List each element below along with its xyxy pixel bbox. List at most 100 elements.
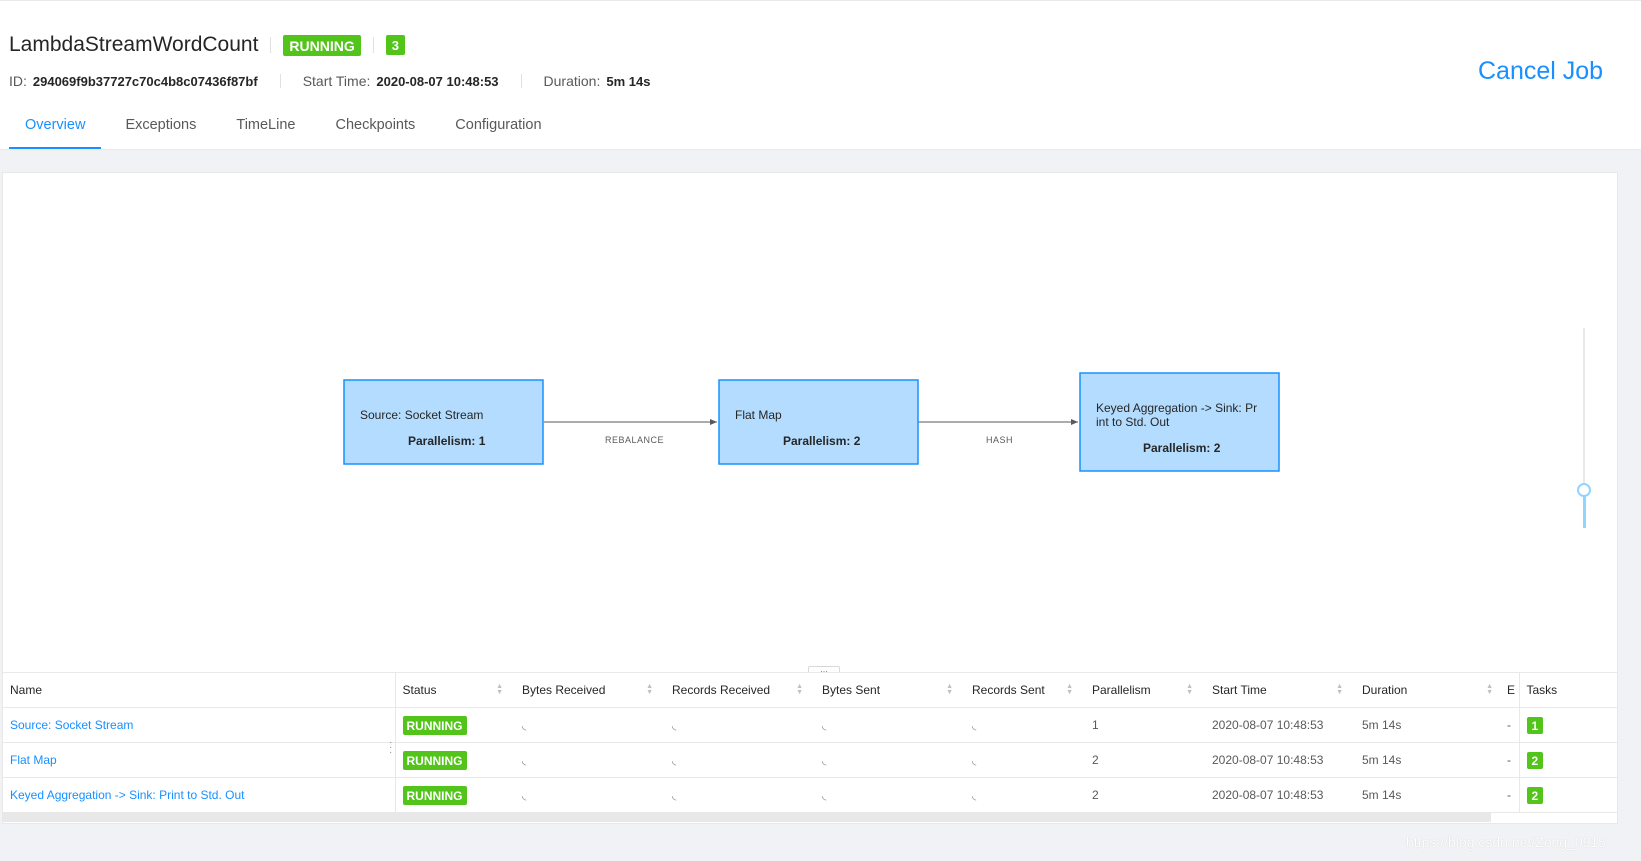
duration-cell: 5m 14s [1355,742,1505,778]
status-badge: RUNNING [402,715,467,735]
sort-icon[interactable]: ▲ ▼ [1066,683,1073,696]
column-header-parallelism[interactable]: Parallelism ▲ ▼ [1085,673,1205,708]
tab-configuration[interactable]: Configuration [439,111,557,147]
status-cell: RUNNING [395,742,515,778]
sort-icon[interactable]: ▲ ▼ [496,683,503,696]
sort-icon[interactable]: ▲ ▼ [946,683,953,696]
column-header-label: E [1507,683,1516,697]
vertex-name-cell[interactable]: Source: Socket Stream [3,707,396,743]
task-count-badge: 2 [1526,786,1544,804]
status-badge: RUNNING [402,785,467,805]
divider [279,74,281,88]
job-id-label: ID: [9,73,27,89]
table-horizontal-scrollbar[interactable] [2,812,1491,822]
column-header-bytes-sent[interactable]: Bytes Sent ▲ ▼ [815,673,965,708]
records-received-cell: ◟ [665,777,815,813]
end-time-cell: - [1505,777,1519,813]
tab-exceptions[interactable]: Exceptions [109,111,212,147]
column-header-duration[interactable]: Duration ▲ ▼ [1355,673,1505,708]
loading-icon: ◟ [972,790,977,802]
loading-icon: ◟ [522,755,527,767]
column-header-label: Records Sent [972,683,1045,697]
start-time-label: Start Time: [302,73,371,89]
column-header-label: Status [402,683,437,697]
duration-value: 5m 14s [606,73,651,89]
sort-icon[interactable]: ▲ ▼ [796,683,803,696]
column-header-label: Start Time [1212,683,1267,697]
watermark-text: https://blog.csdn.net/Zong_0915 [1406,834,1607,850]
vertex-name-link[interactable]: Source: Socket Stream [10,718,133,732]
loading-icon: ◟ [822,755,827,767]
job-graph-canvas[interactable]: REBALANCE HASH Source: Socket Stream Par… [3,173,1617,673]
column-header-records-received[interactable]: Records Received ▲ ▼ [665,673,815,708]
graph-node-source[interactable]: Source: Socket Stream Parallelism: 1 [343,379,544,465]
column-header-label: Tasks [1526,683,1558,697]
divider [520,74,522,88]
graph-node-keyed-aggregation[interactable]: Keyed Aggregation -> Sink: Pr int to Std… [1079,372,1280,472]
loading-icon: ◟ [972,755,977,767]
end-time-cell: - [1505,742,1519,778]
job-status-badge: RUNNING [283,34,361,56]
tab-checkpoints[interactable]: Checkpoints [319,111,431,147]
column-header-status[interactable]: Status ▲ ▼ [395,673,515,708]
table-header-row: Name Status ▲ ▼ Bytes Received ▲ ▼ Records R… [3,673,1617,708]
status-cell: RUNNING [395,777,515,813]
column-header-end-time[interactable]: E [1505,673,1519,708]
column-header-label: Duration [1362,683,1408,697]
graph-node-flat-map[interactable]: Flat Map Parallelism: 2 [718,379,919,465]
bytes-received-cell: ◟ [515,742,665,778]
job-graph-panel[interactable]: REBALANCE HASH Source: Socket Stream Par… [2,172,1618,674]
column-resize-handle[interactable]: · · · [389,738,392,758]
node-title: Keyed Aggregation -> Sink: Pr [1096,401,1257,415]
start-time-cell: 2020-08-07 10:48:53 [1205,707,1355,743]
loading-icon: ◟ [522,790,527,802]
duration-cell: 5m 14s [1355,707,1505,743]
job-tabs: Overview Exceptions TimeLine Checkpoints… [9,111,566,149]
tab-timeline[interactable]: TimeLine [220,111,311,147]
table-row[interactable]: Keyed Aggregation -> Sink: Print to Std.… [3,777,1617,813]
zoom-slider-handle[interactable] [1577,483,1591,497]
column-header-records-sent[interactable]: Records Sent ▲ ▼ [965,673,1085,708]
vertex-name-link[interactable]: Flat Map [10,753,57,767]
tasks-cell: 1 [1518,707,1617,743]
job-task-count-badge: 3 [385,35,405,55]
status-cell: RUNNING [395,707,515,743]
tasks-cell: 2 [1518,742,1617,778]
node-title-line2: int to Std. Out [1096,415,1170,429]
job-id-value: 294069f9b37727c70c4b8c07436f87bf [32,73,258,89]
start-time-cell: 2020-08-07 10:48:53 [1205,742,1355,778]
vertex-name-cell[interactable]: Keyed Aggregation -> Sink: Print to Std.… [3,777,396,813]
job-header: LambdaStreamWordCount RUNNING 3 ID: 2940… [0,0,1641,149]
sort-icon[interactable]: ▲ ▼ [1486,683,1493,696]
sort-icon[interactable]: ▲ ▼ [1336,683,1343,696]
tab-overview[interactable]: Overview [9,111,102,149]
bytes-sent-cell: ◟ [815,742,965,778]
loading-icon: ◟ [672,720,677,732]
vertex-name-cell[interactable]: Flat Map [3,742,396,778]
duration-label: Duration: [543,73,601,89]
bytes-received-cell: ◟ [515,777,665,813]
job-title-row: LambdaStreamWordCount RUNNING 3 [9,33,405,57]
task-count-badge: 2 [1526,751,1544,769]
column-header-name: Name [3,673,396,708]
bytes-sent-cell: ◟ [815,777,965,813]
loading-icon: ◟ [522,720,527,732]
divider [372,37,374,53]
vertex-name-link[interactable]: Keyed Aggregation -> Sink: Print to Std.… [10,788,244,802]
status-badge: RUNNING [402,750,467,770]
node-parallelism: Parallelism: 2 [1143,441,1221,455]
job-meta-row: ID: 294069f9b37727c70c4b8c07436f87bf Sta… [9,73,650,89]
bytes-sent-cell: ◟ [815,707,965,743]
column-header-start-time[interactable]: Start Time ▲ ▼ [1205,673,1355,708]
cancel-job-button[interactable]: Cancel Job [1478,57,1603,86]
table-row[interactable]: Source: Socket Stream RUNNING ◟ ◟ ◟ ◟ 1 … [3,707,1617,743]
column-header-label: Bytes Received [522,683,606,697]
column-header-label: Name [10,683,43,697]
sort-icon[interactable]: ▲ ▼ [646,683,653,696]
edge-label-rebalance: REBALANCE [605,435,664,445]
node-title: Flat Map [735,408,782,422]
table-row[interactable]: Flat Map RUNNING ◟ ◟ ◟ ◟ 2 2020-08-07 10… [3,742,1617,778]
column-header-bytes-received[interactable]: Bytes Received ▲ ▼ [515,673,665,708]
sort-icon[interactable]: ▲ ▼ [1186,683,1193,696]
loading-icon: ◟ [822,790,827,802]
